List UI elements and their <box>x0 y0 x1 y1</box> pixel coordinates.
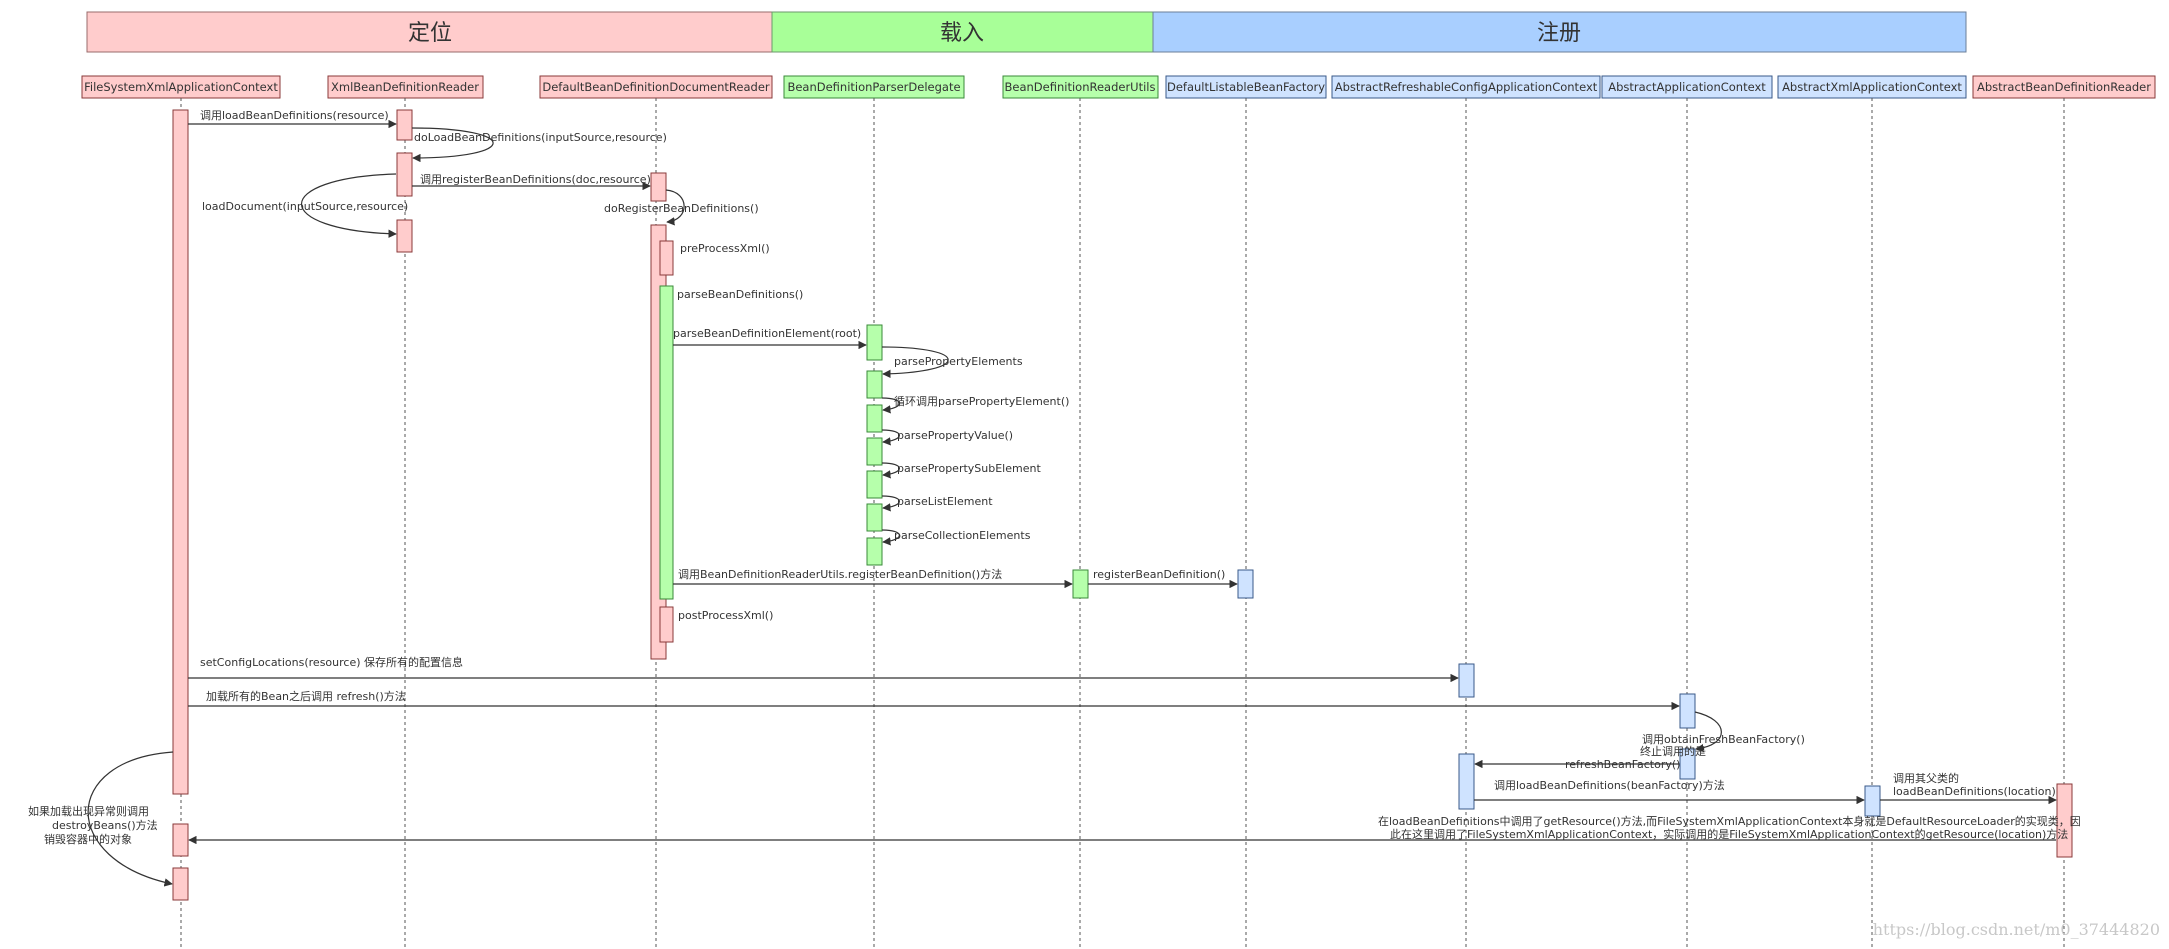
activation <box>866 503 883 532</box>
message-label: doRegisterBeanDefinitions() <box>604 202 759 215</box>
phase-load-label: 载入 <box>940 21 984 46</box>
message-arrow <box>87 751 174 887</box>
message-label: 如果加载出现异常则调用 <box>28 804 149 818</box>
activation <box>1458 753 1475 810</box>
activation <box>396 109 413 141</box>
participant-label: BeanDefinitionReaderUtils <box>1005 80 1156 94</box>
message-label: parsePropertySubElement <box>897 462 1041 475</box>
activation <box>866 470 883 499</box>
activation <box>1237 569 1254 599</box>
activations <box>172 109 2073 901</box>
message-label: postProcessXml() <box>678 609 773 622</box>
messages <box>87 119 2057 887</box>
participant-label: AbstractRefreshableConfigApplicationCont… <box>1335 80 1598 94</box>
message-label: parsePropertyElements <box>894 355 1023 368</box>
activation <box>1679 693 1696 729</box>
phase-bar: 定位 载入 注册 <box>86 11 1967 53</box>
message-label: parseBeanDefinitions() <box>677 288 803 301</box>
message-label: parseBeanDefinitionElement(root) <box>673 327 861 340</box>
activation <box>866 404 883 433</box>
message-label: loadDocument(inputSource,resource) <box>202 200 408 213</box>
participants: FileSystemXmlApplicationContext XmlBeanD… <box>81 75 2156 99</box>
message-label: 加载所有的Bean之后调用 refresh()方法 <box>206 689 406 703</box>
sequence-diagram: 定位 载入 注册 FileSystemXmlApplicationContext… <box>28 11 2160 949</box>
activation <box>659 606 674 643</box>
phase-register-label: 注册 <box>1537 21 1581 46</box>
message-labels: 调用loadBeanDefinitions(resource) doLoadBe… <box>28 109 2081 846</box>
activation <box>659 240 674 276</box>
message-label: 销毁容器中的对象 <box>44 832 132 846</box>
phase-locate-label: 定位 <box>408 21 452 46</box>
activation <box>1458 663 1475 698</box>
activation <box>1864 785 1881 817</box>
message-label: parseListElement <box>897 495 993 508</box>
participant-label: XmlBeanDefinitionReader <box>331 80 479 94</box>
participant-label: AbstractApplicationContext <box>1608 80 1766 94</box>
activation <box>1072 569 1089 599</box>
activation <box>866 324 883 361</box>
message-label: 调用loadBeanDefinitions(beanFactory)方法 <box>1494 778 1725 792</box>
activation <box>866 437 883 466</box>
participant-label: AbstractXmlApplicationContext <box>1782 80 1962 94</box>
message-label: refreshBeanFactory() <box>1565 758 1680 771</box>
message-label: 终止调用的是 <box>1640 744 1706 758</box>
activation <box>172 867 189 901</box>
message-label: 循环调用parsePropertyElement() <box>894 395 1069 408</box>
message-label: destroyBeans()方法 <box>52 818 158 832</box>
activation <box>396 219 413 253</box>
activation <box>172 109 189 795</box>
message-label: loadBeanDefinitions(location) <box>1893 785 2056 798</box>
message-label: 调用loadBeanDefinitions(resource) <box>200 109 389 122</box>
activation <box>650 172 667 202</box>
message-label: parsePropertyValue() <box>897 429 1013 442</box>
watermark: https://blog.csdn.net/m0_37444820 <box>1873 920 2160 939</box>
message-label: doLoadBeanDefinitions(inputSource,resour… <box>414 131 667 144</box>
activation <box>172 823 189 857</box>
participant-label: BeanDefinitionParserDelegate <box>787 80 960 94</box>
message-label: parseCollectionElements <box>894 529 1031 542</box>
message-label: 调用其父类的 <box>1893 771 1959 785</box>
message-label: 在loadBeanDefinitions中调用了getResource()方法,… <box>1378 814 2081 828</box>
message-label: registerBeanDefinition() <box>1093 568 1225 581</box>
participant-label: FileSystemXmlApplicationContext <box>84 80 278 94</box>
activation <box>866 370 883 399</box>
message-label: setConfigLocations(resource) 保存所有的配置信息 <box>200 655 463 669</box>
activation <box>866 537 883 566</box>
message-label: 调用registerBeanDefinitions(doc,resource) <box>420 173 651 186</box>
participant-label: DefaultListableBeanFactory <box>1167 80 1325 94</box>
participant-label: AbstractBeanDefinitionReader <box>1977 80 2151 94</box>
participant-label: DefaultBeanDefinitionDocumentReader <box>542 80 770 94</box>
message-label: preProcessXml() <box>680 242 770 255</box>
message-label: 调用BeanDefinitionReaderUtils.registerBean… <box>678 567 1002 581</box>
activation <box>396 152 413 197</box>
activation <box>659 285 674 600</box>
message-label: 此在这里调用了FileSystemXmlApplicationContext，实… <box>1390 827 2068 841</box>
